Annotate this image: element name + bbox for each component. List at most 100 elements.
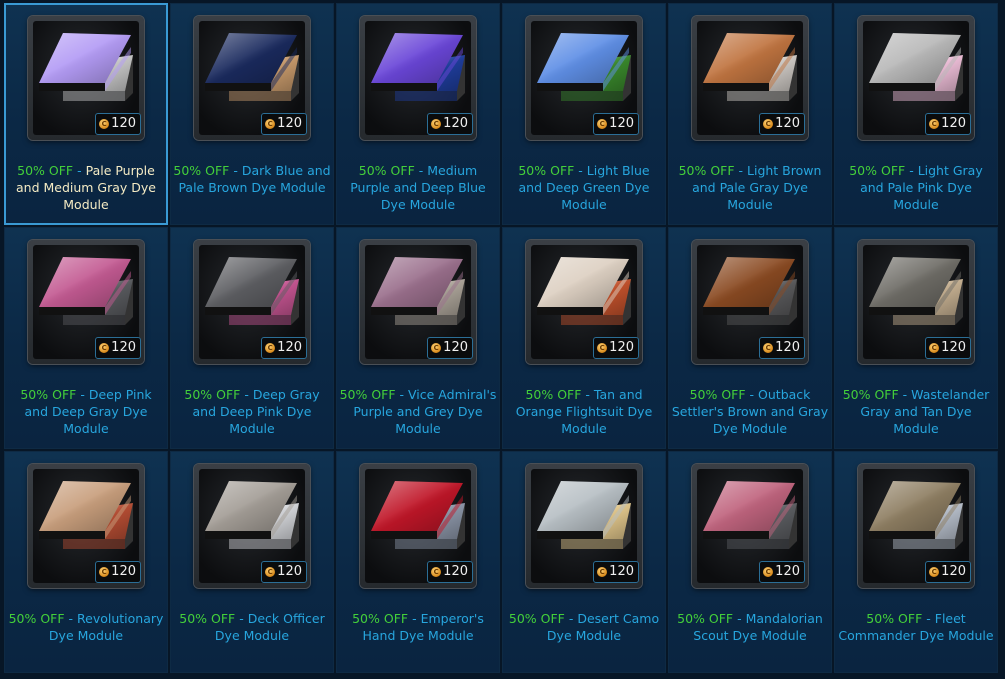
discount-text: 50% OFF — [849, 163, 906, 178]
price-tag: C 120 — [95, 113, 141, 135]
product-tile[interactable]: C 120 50% OFF - Revolutionary Dye Module — [4, 451, 168, 673]
product-label: 50% OFF - Mandalorian Scout Dye Module — [677, 611, 823, 643]
price-tag: C 120 — [427, 337, 473, 359]
product-label: 50% OFF - Deep Gray and Deep Pink Dye Mo… — [184, 387, 320, 436]
cartel-coin-icon: C — [265, 343, 276, 353]
product-name: Revolutionary Dye Module — [48, 611, 164, 643]
discount-text: 50% OFF — [179, 611, 236, 626]
item-icon-frame: C 120 — [692, 240, 808, 364]
price-tag: C 120 — [759, 113, 805, 135]
price-value: 120 — [609, 116, 634, 131]
product-label: 50% OFF - Medium Purple and Deep Blue Dy… — [350, 163, 486, 212]
price-tag: C 120 — [759, 561, 805, 583]
product-tile[interactable]: C 120 50% OFF - Light Blue and Deep Gree… — [502, 3, 666, 225]
product-label: 50% OFF - Desert Camo Dye Module — [508, 611, 660, 643]
price-tag: C 120 — [427, 561, 473, 583]
price-value: 120 — [443, 564, 468, 579]
product-label: 50% OFF - Light Brown and Pale Gray Dye … — [678, 163, 822, 212]
product-tile[interactable]: C 120 50% OFF - Wastelander Gray and Tan… — [834, 227, 998, 449]
item-icon-frame: C 120 — [360, 16, 476, 140]
price-value: 120 — [111, 116, 136, 131]
product-tile[interactable]: C 120 50% OFF - Fleet Commander Dye Modu… — [834, 451, 998, 673]
product-tile[interactable]: C 120 50% OFF - Dark Blue and Pale Brown… — [170, 3, 334, 225]
product-tile[interactable]: C 120 50% OFF - Medium Purple and Deep B… — [336, 3, 500, 225]
item-icon-frame: C 120 — [28, 16, 144, 140]
price-tag: C 120 — [593, 337, 639, 359]
discount-text: 50% OFF — [677, 611, 734, 626]
price-value: 120 — [277, 340, 302, 355]
item-icon-frame: C 120 — [194, 240, 310, 364]
product-tile[interactable]: C 120 50% OFF - Tan and Orange Flightsui… — [502, 227, 666, 449]
cartel-coin-icon: C — [763, 567, 774, 577]
item-icon-frame: C 120 — [28, 240, 144, 364]
product-tile[interactable]: C 120 50% OFF - Pale Purple and Medium G… — [4, 3, 168, 225]
item-icon-frame: C 120 — [194, 464, 310, 588]
product-tile[interactable]: C 120 50% OFF - Deep Pink and Deep Gray … — [4, 227, 168, 449]
cartel-coin-icon: C — [929, 119, 940, 129]
price-value: 120 — [775, 564, 800, 579]
discount-text: 50% OFF — [352, 611, 409, 626]
discount-text: 50% OFF — [525, 387, 582, 402]
product-label: 50% OFF - Deep Pink and Deep Gray Dye Mo… — [20, 387, 152, 436]
item-icon-frame: C 120 — [858, 16, 974, 140]
price-tag: C 120 — [759, 337, 805, 359]
product-label: 50% OFF - Deck Officer Dye Module — [179, 611, 325, 643]
product-tile[interactable]: C 120 50% OFF - Mandalorian Scout Dye Mo… — [668, 451, 832, 673]
item-icon-frame: C 120 — [692, 464, 808, 588]
cartel-market-grid: C 120 50% OFF - Pale Purple and Medium G… — [0, 0, 1005, 679]
price-tag: C 120 — [95, 337, 141, 359]
discount-text: 50% OFF — [689, 387, 746, 402]
product-tile[interactable]: C 120 50% OFF - Deep Gray and Deep Pink … — [170, 227, 334, 449]
cartel-coin-icon: C — [99, 119, 110, 129]
discount-text: 50% OFF — [339, 387, 396, 402]
price-tag: C 120 — [593, 561, 639, 583]
price-value: 120 — [775, 116, 800, 131]
discount-text: 50% OFF — [678, 163, 735, 178]
price-tag: C 120 — [95, 561, 141, 583]
cartel-coin-icon: C — [431, 343, 442, 353]
price-value: 120 — [941, 564, 966, 579]
cartel-coin-icon: C — [265, 567, 276, 577]
cartel-coin-icon: C — [431, 567, 442, 577]
product-label: 50% OFF - Dark Blue and Pale Brown Dye M… — [173, 163, 331, 195]
product-tile[interactable]: C 120 50% OFF - Light Brown and Pale Gra… — [668, 3, 832, 225]
item-icon-frame: C 120 — [858, 464, 974, 588]
discount-text: 50% OFF — [17, 163, 74, 178]
cartel-coin-icon: C — [929, 343, 940, 353]
discount-text: 50% OFF — [358, 163, 415, 178]
item-icon-frame: C 120 — [194, 16, 310, 140]
item-icon-frame: C 120 — [526, 16, 642, 140]
item-icon-frame: C 120 — [526, 464, 642, 588]
product-tile[interactable]: C 120 50% OFF - Emperor's Hand Dye Modul… — [336, 451, 500, 673]
price-value: 120 — [775, 340, 800, 355]
product-tile[interactable]: C 120 50% OFF - Light Gray and Pale Pink… — [834, 3, 998, 225]
cartel-coin-icon: C — [763, 119, 774, 129]
price-value: 120 — [443, 116, 468, 131]
price-tag: C 120 — [925, 561, 971, 583]
product-label: 50% OFF - Revolutionary Dye Module — [8, 611, 164, 643]
product-tile[interactable]: C 120 50% OFF - Outback Settler's Brown … — [668, 227, 832, 449]
price-tag: C 120 — [925, 113, 971, 135]
discount-text: 50% OFF — [866, 611, 923, 626]
product-tile[interactable]: C 120 50% OFF - Desert Camo Dye Module — [502, 451, 666, 673]
price-value: 120 — [111, 340, 136, 355]
price-value: 120 — [111, 564, 136, 579]
product-label: 50% OFF - Wastelander Gray and Tan Dye M… — [842, 387, 990, 436]
item-icon-frame: C 120 — [526, 240, 642, 364]
price-value: 120 — [277, 116, 302, 131]
cartel-coin-icon: C — [597, 343, 608, 353]
product-tile[interactable]: C 120 50% OFF - Deck Officer Dye Module — [170, 451, 334, 673]
product-label: 50% OFF - Vice Admiral's Purple and Grey… — [339, 387, 497, 436]
product-label: 50% OFF - Outback Settler's Brown and Gr… — [671, 387, 829, 436]
product-tile[interactable]: C 120 50% OFF - Vice Admiral's Purple an… — [336, 227, 500, 449]
cartel-coin-icon: C — [597, 119, 608, 129]
item-icon-frame: C 120 — [858, 240, 974, 364]
discount-text: 50% OFF — [518, 163, 575, 178]
discount-text: 50% OFF — [184, 387, 241, 402]
price-value: 120 — [609, 564, 634, 579]
item-icon-frame: C 120 — [360, 464, 476, 588]
price-value: 120 — [941, 116, 966, 131]
product-label: 50% OFF - Emperor's Hand Dye Module — [352, 611, 484, 643]
product-label: 50% OFF - Pale Purple and Medium Gray Dy… — [15, 163, 156, 212]
item-icon-frame: C 120 — [360, 240, 476, 364]
